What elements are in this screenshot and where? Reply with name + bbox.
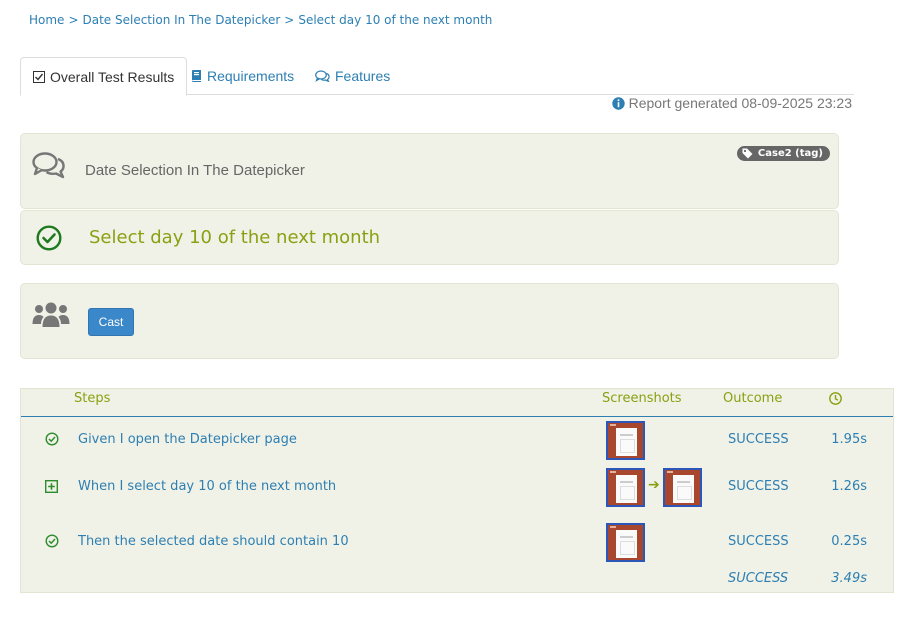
screenshot-thumbnail[interactable] [663, 468, 702, 507]
breadcrumb-home-link[interactable]: Home [29, 13, 64, 27]
cast-button[interactable]: Cast [88, 308, 134, 336]
cast-panel: Cast [20, 283, 839, 359]
step-outcome: SUCCESS [728, 534, 789, 549]
tab-label: Features [335, 68, 391, 84]
step-description: Given I open the Datepicker page [78, 432, 297, 447]
check-circle-icon [45, 534, 59, 548]
breadcrumb-separator: > [284, 13, 295, 27]
clock-icon [829, 392, 842, 405]
tab-features[interactable]: Features [303, 57, 402, 95]
plus-square-icon[interactable] [45, 480, 58, 493]
steps-table: Steps Screenshots Outcome Given I open t… [20, 388, 894, 593]
summary-duration: 3.49s [831, 571, 867, 586]
users-icon [32, 302, 70, 327]
header-outcome: Outcome [723, 391, 783, 406]
check-circle-icon [45, 432, 59, 446]
breadcrumb-feature-link[interactable]: Date Selection In The Datepicker [83, 13, 281, 27]
summary-outcome: SUCCESS [728, 571, 789, 586]
report-generated: Report generated 08-09-2025 23:23 [611, 95, 852, 111]
feature-panel: Date Selection In The Datepicker Case2 (… [20, 133, 839, 209]
info-circle-icon [611, 96, 625, 110]
tab-requirements[interactable]: Requirements [179, 57, 306, 95]
step-duration: 1.95s [831, 432, 867, 447]
breadcrumb-current: Select day 10 of the next month [298, 13, 493, 27]
comments-icon [315, 70, 330, 82]
screenshot-thumbnail[interactable] [606, 468, 645, 507]
scenario-panel: Select day 10 of the next month [20, 210, 839, 265]
breadcrumb: Home > Date Selection In The Datepicker > Se… [29, 13, 492, 27]
step-description: When I select day 10 of the next month [78, 479, 337, 494]
report-generated-text: Report generated 08-09-2025 23:23 [628, 95, 852, 111]
step-outcome: SUCCESS [728, 479, 789, 494]
tab-overall-test-results[interactable]: Overall Test Results [20, 57, 188, 96]
checkbox-icon [33, 70, 45, 83]
header-steps: Steps [74, 391, 111, 406]
screenshot-thumbnail[interactable] [606, 523, 645, 562]
book-icon [192, 69, 201, 82]
scenario-title: Select day 10 of the next month [89, 227, 381, 248]
arrow-right-icon: ➔ [648, 477, 660, 493]
feature-title: Date Selection In The Datepicker [85, 162, 305, 179]
tag-icon [742, 148, 753, 159]
breadcrumb-separator: > [68, 13, 79, 27]
tag-badge[interactable]: Case2 (tag) [736, 146, 830, 161]
steps-table-header: Steps Screenshots Outcome [21, 389, 893, 417]
step-duration: 0.25s [831, 534, 867, 549]
step-outcome: SUCCESS [728, 432, 789, 447]
tab-bar: Overall Test Results Requirements Featur… [20, 57, 854, 96]
check-circle-icon [36, 225, 62, 251]
tab-label: Requirements [207, 68, 295, 84]
step-description: Then the selected date should contain 10 [78, 534, 349, 549]
screenshot-thumbnail[interactable] [606, 421, 645, 460]
comments-icon [32, 152, 65, 179]
step-duration: 1.26s [831, 479, 867, 494]
header-screenshots: Screenshots [602, 391, 682, 406]
tab-label: Overall Test Results [50, 68, 175, 85]
tag-label: Case2 (tag) [757, 148, 823, 159]
